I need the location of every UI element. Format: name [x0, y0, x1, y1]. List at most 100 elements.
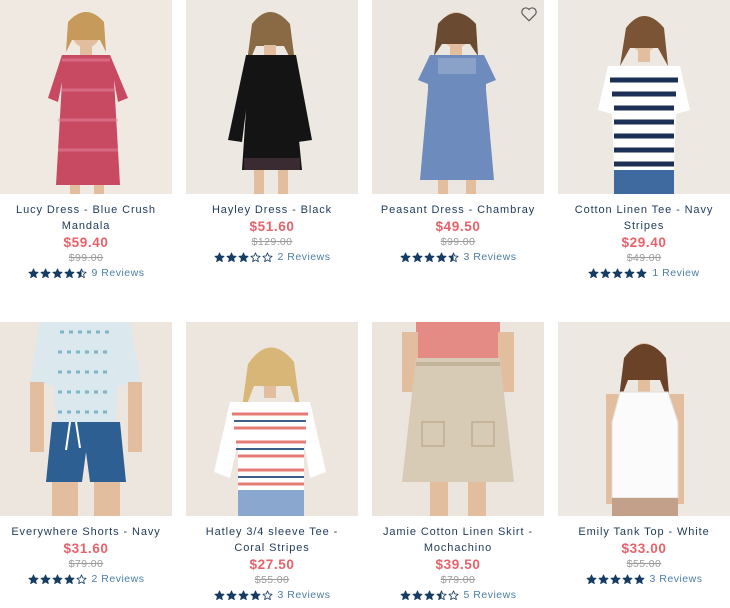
- sale-price: $49.50: [435, 219, 481, 234]
- star-icon: [226, 590, 237, 600]
- rating: 3 Reviews: [186, 588, 358, 602]
- product-grid: Lucy Dress - Blue Crush Mandala $59.40 $…: [0, 0, 730, 608]
- star-icon: [600, 268, 611, 278]
- star-icon: [238, 590, 249, 600]
- product-name[interactable]: Hayley Dress - Black: [186, 202, 358, 218]
- star-icon: [424, 252, 435, 262]
- star-icon: [52, 574, 63, 584]
- star-rating: [586, 574, 645, 585]
- product-image[interactable]: [558, 0, 730, 194]
- reviews-link[interactable]: 5 Reviews: [464, 589, 517, 601]
- reviews-link[interactable]: 2 Reviews: [278, 251, 331, 263]
- sale-price: $29.40: [621, 235, 667, 250]
- original-price: $99.00: [440, 236, 476, 248]
- product-name[interactable]: Hatley 3/4 sleeve Tee - Coral Stripes: [186, 524, 358, 556]
- rating: 5 Reviews: [372, 588, 544, 602]
- star-icon: [64, 574, 75, 584]
- star-icon: [226, 252, 237, 262]
- star-icon: [76, 574, 87, 584]
- sale-price: $59.40: [63, 235, 109, 250]
- product-image[interactable]: [372, 0, 544, 194]
- product-card[interactable]: Jamie Cotton Linen Skirt - Mochachino $3…: [372, 322, 544, 602]
- star-rating: [28, 574, 87, 585]
- product-image[interactable]: [186, 322, 358, 516]
- rating: 9 Reviews: [0, 266, 172, 280]
- product-name[interactable]: Emily Tank Top - White: [558, 524, 730, 540]
- product-card[interactable]: Hayley Dress - Black $51.60 $129.00 2 Re…: [186, 0, 358, 264]
- rating: 2 Reviews: [0, 572, 172, 586]
- sale-price: $27.50: [249, 557, 295, 572]
- star-icon: [40, 268, 51, 278]
- star-icon: [448, 590, 459, 600]
- star-icon: [400, 252, 411, 262]
- product-photo-hayley-dress: [186, 0, 358, 194]
- product-name[interactable]: Everywhere Shorts - Navy: [0, 524, 172, 540]
- original-price: $129.00: [251, 236, 293, 248]
- reviews-link[interactable]: 9 Reviews: [92, 267, 145, 279]
- star-rating: [400, 252, 459, 263]
- star-icon: [412, 252, 423, 262]
- star-icon: [424, 590, 435, 600]
- product-image[interactable]: [186, 0, 358, 194]
- reviews-link[interactable]: 3 Reviews: [650, 573, 703, 585]
- star-icon: [436, 590, 447, 600]
- product-image[interactable]: [372, 322, 544, 516]
- star-icon: [586, 574, 597, 584]
- rating: 3 Reviews: [558, 572, 730, 586]
- product-photo-hatley-tee: [186, 322, 358, 516]
- product-photo-cotton-linen-tee: [558, 0, 730, 194]
- star-icon: [400, 590, 411, 600]
- sale-price: $33.00: [621, 541, 667, 556]
- product-card[interactable]: Emily Tank Top - White $33.00 $55.00 3 R…: [558, 322, 730, 586]
- product-photo-emily-tank: [558, 322, 730, 516]
- product-photo-everywhere-shorts: [0, 322, 172, 516]
- product-name[interactable]: Lucy Dress - Blue Crush Mandala: [0, 202, 172, 234]
- sale-price: $39.50: [435, 557, 481, 572]
- product-image[interactable]: [0, 322, 172, 516]
- star-icon: [636, 268, 647, 278]
- star-icon: [250, 590, 261, 600]
- star-icon: [634, 574, 645, 584]
- star-icon: [612, 268, 623, 278]
- star-icon: [598, 574, 609, 584]
- star-icon: [40, 574, 51, 584]
- product-card[interactable]: Hatley 3/4 sleeve Tee - Coral Stripes $2…: [186, 322, 358, 602]
- star-icon: [610, 574, 621, 584]
- original-price: $79.00: [440, 574, 476, 586]
- wishlist-heart-icon[interactable]: [520, 5, 538, 23]
- sale-price: $31.60: [63, 541, 109, 556]
- star-rating: [588, 268, 647, 279]
- product-card[interactable]: Cotton Linen Tee - Navy Stripes $29.40 $…: [558, 0, 730, 280]
- star-rating: [214, 252, 273, 263]
- product-card[interactable]: Lucy Dress - Blue Crush Mandala $59.40 $…: [0, 0, 172, 280]
- star-rating: [28, 268, 87, 279]
- product-name[interactable]: Jamie Cotton Linen Skirt - Mochachino: [372, 524, 544, 556]
- reviews-link[interactable]: 1 Review: [652, 267, 699, 279]
- product-photo-peasant-dress: [372, 0, 544, 194]
- product-name[interactable]: Peasant Dress - Chambray: [372, 202, 544, 218]
- original-price: $49.00: [626, 252, 662, 264]
- star-icon: [76, 268, 87, 278]
- reviews-link[interactable]: 3 Reviews: [278, 589, 331, 601]
- star-icon: [214, 252, 225, 262]
- product-card[interactable]: Everywhere Shorts - Navy $31.60 $79.00 2…: [0, 322, 172, 586]
- star-rating: [400, 590, 459, 601]
- star-icon: [214, 590, 225, 600]
- rating: 3 Reviews: [372, 250, 544, 264]
- reviews-link[interactable]: 3 Reviews: [464, 251, 517, 263]
- star-icon: [412, 590, 423, 600]
- sale-price: $51.60: [249, 219, 295, 234]
- product-image[interactable]: [558, 322, 730, 516]
- star-icon: [588, 268, 599, 278]
- product-name[interactable]: Cotton Linen Tee - Navy Stripes: [558, 202, 730, 234]
- rating: 2 Reviews: [186, 250, 358, 264]
- star-icon: [52, 268, 63, 278]
- star-icon: [28, 268, 39, 278]
- product-card[interactable]: Peasant Dress - Chambray $49.50 $99.00 3…: [372, 0, 544, 264]
- star-icon: [64, 268, 75, 278]
- star-icon: [250, 252, 261, 262]
- star-icon: [262, 252, 273, 262]
- product-image[interactable]: [0, 0, 172, 194]
- reviews-link[interactable]: 2 Reviews: [92, 573, 145, 585]
- original-price: $79.00: [68, 558, 104, 570]
